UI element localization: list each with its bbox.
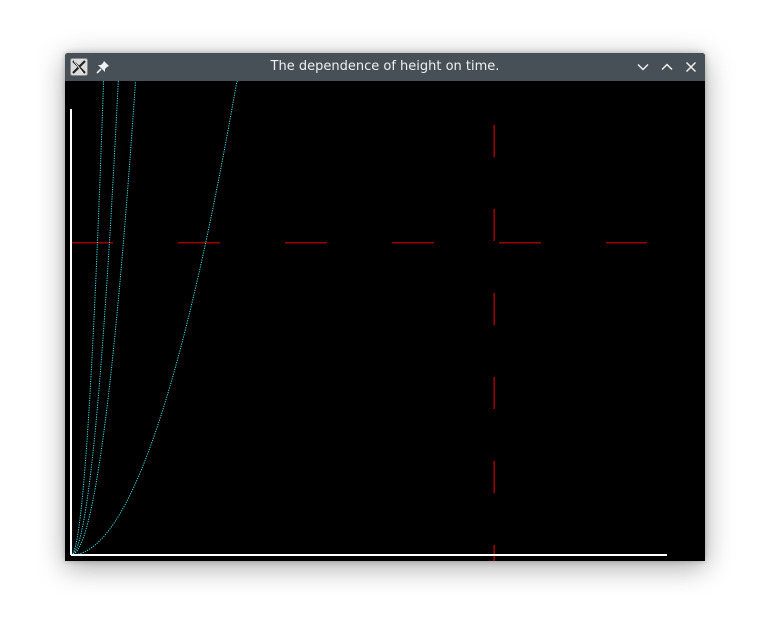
series-line-4 (70, 81, 105, 556)
series-line-3 (70, 81, 119, 556)
series-line-2 (70, 81, 137, 556)
plot-canvas (65, 81, 705, 561)
reference-lines (71, 125, 647, 561)
height-time-plot (70, 81, 667, 561)
close-icon[interactable] (683, 59, 699, 75)
title-bar[interactable]: The dependence of height on time. (65, 53, 705, 81)
chevron-down-icon[interactable] (635, 59, 651, 75)
curves (70, 81, 238, 556)
window-title: The dependence of height on time. (270, 59, 500, 74)
axes (70, 109, 667, 556)
app-window: The dependence of height on time. (65, 53, 705, 561)
chevron-up-icon[interactable] (659, 59, 675, 75)
pin-icon[interactable] (95, 59, 111, 75)
x11-app-icon[interactable] (70, 58, 88, 76)
